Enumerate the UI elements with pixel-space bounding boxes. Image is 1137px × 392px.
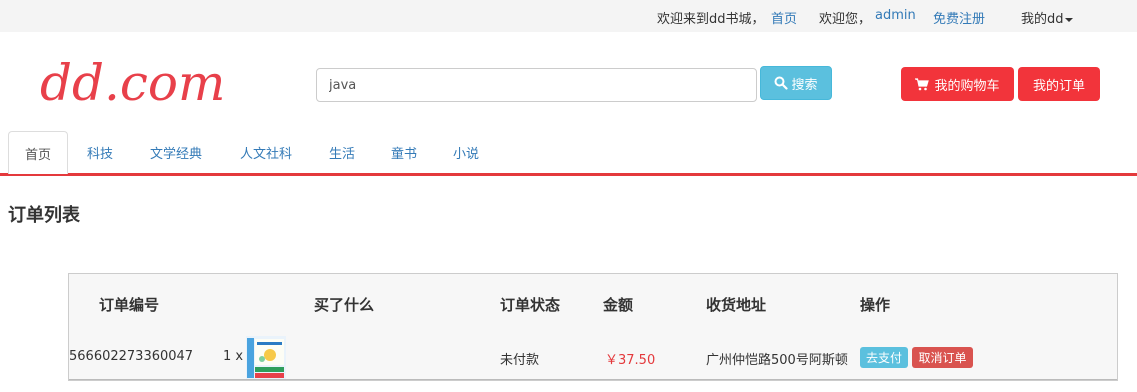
orders-table: 订单编号 买了什么 订单状态 金额 收货地址 操作 56660227336004… [68, 273, 1118, 381]
item-quantity: 1 x [223, 349, 244, 364]
order-amount: ￥37.50 [605, 353, 656, 368]
search-button[interactable]: 搜索 [760, 66, 832, 100]
my-account-label: 我的dd [1021, 12, 1064, 27]
tab-literature[interactable]: 文学经典 [139, 131, 213, 174]
my-orders-button[interactable]: 我的订单 [1018, 67, 1100, 101]
table-row-divider [69, 379, 1117, 380]
site-logo[interactable]: dd.com [38, 56, 258, 116]
register-link[interactable]: 免费注册 [933, 8, 985, 27]
shopping-cart-icon [915, 77, 930, 90]
top-bar: 欢迎来到dd书城， 首页 欢迎您， admin 免费注册 我的dd [0, 0, 1137, 32]
tab-life[interactable]: 生活 [318, 131, 366, 174]
logo-text: dd.com [40, 56, 225, 112]
col-amount: 金额 [603, 296, 634, 314]
my-cart-button[interactable]: 我的购物车 [901, 67, 1014, 101]
tab-children[interactable]: 童书 [380, 131, 428, 174]
tab-humanities[interactable]: 人文社科 [229, 131, 303, 174]
search-icon [774, 76, 789, 90]
page-title: 订单列表 [8, 205, 80, 226]
col-actions: 操作 [860, 296, 891, 314]
search-button-label: 搜索 [791, 77, 818, 93]
book-cover-thumbnail[interactable] [246, 336, 286, 380]
caret-down-icon [1064, 17, 1073, 22]
my-cart-label: 我的购物车 [934, 78, 1000, 94]
col-address: 收货地址 [706, 296, 767, 314]
greeting-text: 欢迎您， [819, 12, 872, 27]
welcome-text: 欢迎来到dd书城， [657, 12, 765, 27]
col-status: 订单状态 [500, 296, 561, 314]
my-account-dropdown[interactable]: 我的dd [1021, 8, 1073, 27]
col-order-no: 订单编号 [99, 296, 160, 314]
home-link[interactable]: 首页 [771, 8, 797, 27]
tab-novel[interactable]: 小说 [442, 131, 490, 174]
order-number: 566602273360047 [69, 349, 194, 364]
search-input[interactable] [316, 68, 757, 102]
tab-home[interactable]: 首页 [8, 131, 68, 174]
pay-button[interactable]: 去支付 [860, 347, 908, 368]
username-link[interactable]: admin [875, 8, 916, 23]
my-orders-label: 我的订单 [1032, 78, 1085, 94]
tab-tech[interactable]: 科技 [76, 131, 124, 174]
shipping-address: 广州仲恺路500号阿斯顿 [706, 353, 848, 368]
col-items: 买了什么 [314, 296, 375, 314]
order-status: 未付款 [500, 353, 540, 368]
cancel-order-button[interactable]: 取消订单 [912, 347, 973, 368]
